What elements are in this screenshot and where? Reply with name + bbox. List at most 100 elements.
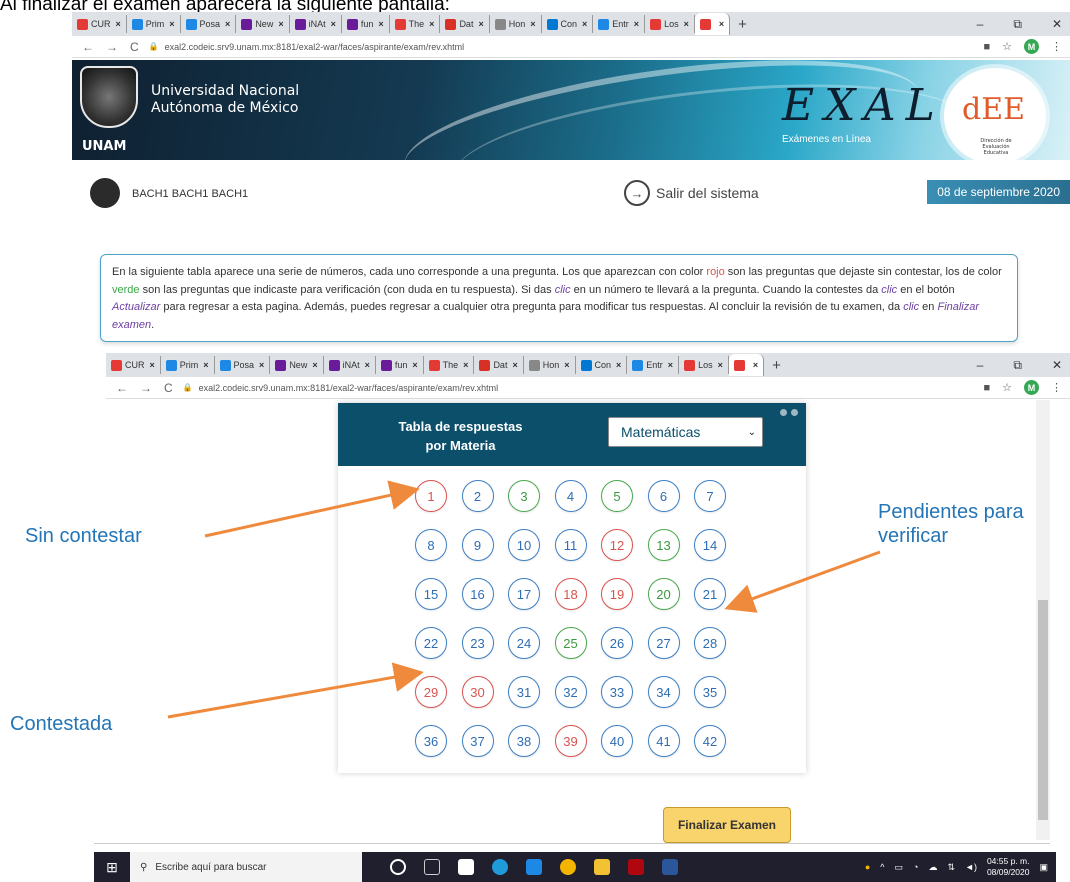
logout-link[interactable]: → Salir del sistema — [624, 180, 759, 206]
question-button[interactable]: 31 — [508, 676, 540, 708]
question-button[interactable]: 4 — [554, 480, 587, 512]
finalize-exam-button[interactable]: Finalizar Examen — [663, 807, 791, 843]
netflix-icon[interactable] — [628, 859, 644, 875]
taskbar-search[interactable]: ⚲ Escribe aquí para buscar — [130, 852, 362, 882]
close-icon[interactable]: × — [634, 19, 639, 29]
close-icon[interactable]: × — [312, 360, 317, 370]
browser-tab[interactable]: Prim × — [161, 356, 215, 374]
question-button[interactable]: 30 — [461, 676, 494, 708]
camera-icon[interactable]: ■ — [983, 41, 990, 53]
question-button[interactable]: 22 — [415, 627, 447, 659]
profile-avatar[interactable]: M — [1024, 380, 1039, 395]
browser-tab[interactable]: The × — [390, 15, 441, 33]
question-button[interactable]: 27 — [647, 627, 680, 659]
new-tab-icon[interactable]: + — [738, 16, 747, 33]
close-icon[interactable]: × — [530, 19, 535, 29]
close-icon[interactable]: × — [719, 19, 724, 29]
close-icon[interactable]: × — [616, 360, 621, 370]
question-button[interactable]: 6 — [647, 480, 680, 512]
browser-tab[interactable]: iNAt × — [290, 15, 342, 33]
restore-icon[interactable]: ⧉ — [1013, 17, 1022, 32]
minimize-icon[interactable]: – — [977, 358, 984, 373]
close-icon[interactable]: × — [259, 360, 264, 370]
camera-icon[interactable]: ■ — [983, 382, 990, 394]
cloud-icon[interactable]: ☁ — [928, 862, 937, 873]
minimize-icon[interactable]: – — [977, 17, 984, 32]
scrollbar-thumb[interactable] — [1038, 600, 1048, 820]
close-icon[interactable]: × — [116, 19, 121, 29]
question-button[interactable]: 17 — [508, 578, 540, 610]
browser-tab[interactable]: fun × — [342, 15, 390, 33]
edge-icon[interactable] — [492, 859, 508, 875]
menu-icon[interactable]: ⋮ — [1051, 40, 1062, 53]
cortana-icon[interactable] — [390, 859, 406, 875]
browser-tab[interactable]: Hon × — [490, 15, 542, 33]
browser-tab[interactable]: fun × — [376, 356, 424, 374]
browser-tab[interactable]: Con × — [542, 15, 594, 33]
browser-tab[interactable]: Hon × — [524, 356, 576, 374]
back-icon[interactable]: ← — [116, 381, 128, 395]
browser-tab[interactable]: CUR × — [72, 15, 127, 33]
close-icon[interactable]: × — [203, 360, 208, 370]
chrome-icon[interactable] — [560, 859, 576, 875]
question-button[interactable]: 26 — [601, 627, 633, 659]
question-button[interactable]: 19 — [601, 578, 633, 610]
logout-icon[interactable]: → — [624, 180, 650, 206]
close-icon[interactable]: × — [169, 19, 174, 29]
browser-tab[interactable]: New × — [270, 356, 324, 374]
wifi-icon[interactable]: ◔ — [913, 862, 918, 872]
task-view-icon[interactable] — [424, 859, 440, 875]
close-icon[interactable]: × — [718, 360, 723, 370]
question-button[interactable]: 3 — [508, 480, 540, 512]
reload-icon[interactable]: C — [130, 40, 139, 54]
question-button[interactable]: 25 — [554, 627, 587, 659]
close-icon[interactable]: × — [478, 19, 483, 29]
question-button[interactable]: 23 — [461, 627, 494, 659]
question-button[interactable]: 13 — [647, 529, 680, 561]
browser-tab[interactable]: Dat × — [440, 15, 490, 33]
browser-tab[interactable]: × — [694, 13, 731, 35]
forward-icon[interactable]: → — [140, 381, 152, 395]
browser-tab[interactable]: New × — [236, 15, 290, 33]
network-icon[interactable]: ⇅ — [947, 862, 955, 873]
media-icon[interactable] — [526, 859, 542, 875]
question-button[interactable]: 20 — [647, 578, 680, 610]
question-button[interactable]: 38 — [508, 725, 540, 757]
close-icon[interactable]: × — [331, 19, 336, 29]
close-icon[interactable]: × — [225, 19, 230, 29]
question-button[interactable]: 40 — [601, 725, 633, 757]
windows-start-icon[interactable]: ⊞ — [94, 852, 130, 882]
browser-tab[interactable]: Con × — [576, 356, 628, 374]
browser-tab[interactable]: CUR × — [106, 356, 161, 374]
url-field[interactable]: 🔒 exal2.codeic.srv9.unam.mx:8181/exal2-w… — [149, 42, 984, 52]
help-icon[interactable]: ● — [865, 862, 870, 872]
question-button[interactable]: 41 — [647, 725, 680, 757]
browser-tab[interactable]: Posa × — [181, 15, 237, 33]
star-icon[interactable]: ☆ — [1002, 40, 1012, 53]
forward-icon[interactable]: → — [106, 40, 118, 54]
close-icon[interactable]: × — [150, 360, 155, 370]
question-button[interactable]: 36 — [415, 725, 447, 757]
close-icon[interactable]: × — [753, 360, 758, 370]
battery-icon[interactable]: ▭ — [895, 862, 904, 873]
close-icon[interactable]: × — [668, 360, 673, 370]
question-button[interactable]: 35 — [694, 676, 726, 708]
restore-icon[interactable]: ⧉ — [1013, 358, 1022, 373]
close-window-icon[interactable]: ✕ — [1052, 358, 1062, 373]
question-button[interactable]: 14 — [694, 529, 726, 561]
question-button[interactable]: 34 — [647, 676, 680, 708]
question-button[interactable]: 32 — [554, 676, 587, 708]
subject-select[interactable]: Matemáticas ⌄ — [608, 417, 763, 447]
close-icon[interactable]: × — [582, 19, 587, 29]
store-icon[interactable] — [458, 859, 474, 875]
close-icon[interactable]: × — [564, 360, 569, 370]
browser-tab[interactable]: Entr × — [593, 15, 646, 33]
new-tab-icon[interactable]: + — [772, 357, 781, 374]
browser-tab[interactable]: Los × — [679, 356, 729, 374]
question-button[interactable]: 42 — [694, 725, 726, 757]
question-button[interactable]: 10 — [508, 529, 540, 561]
browser-tab[interactable]: Los × — [645, 15, 695, 33]
browser-tab[interactable]: iNAt × — [324, 356, 376, 374]
close-icon[interactable]: × — [429, 19, 434, 29]
star-icon[interactable]: ☆ — [1002, 381, 1012, 394]
